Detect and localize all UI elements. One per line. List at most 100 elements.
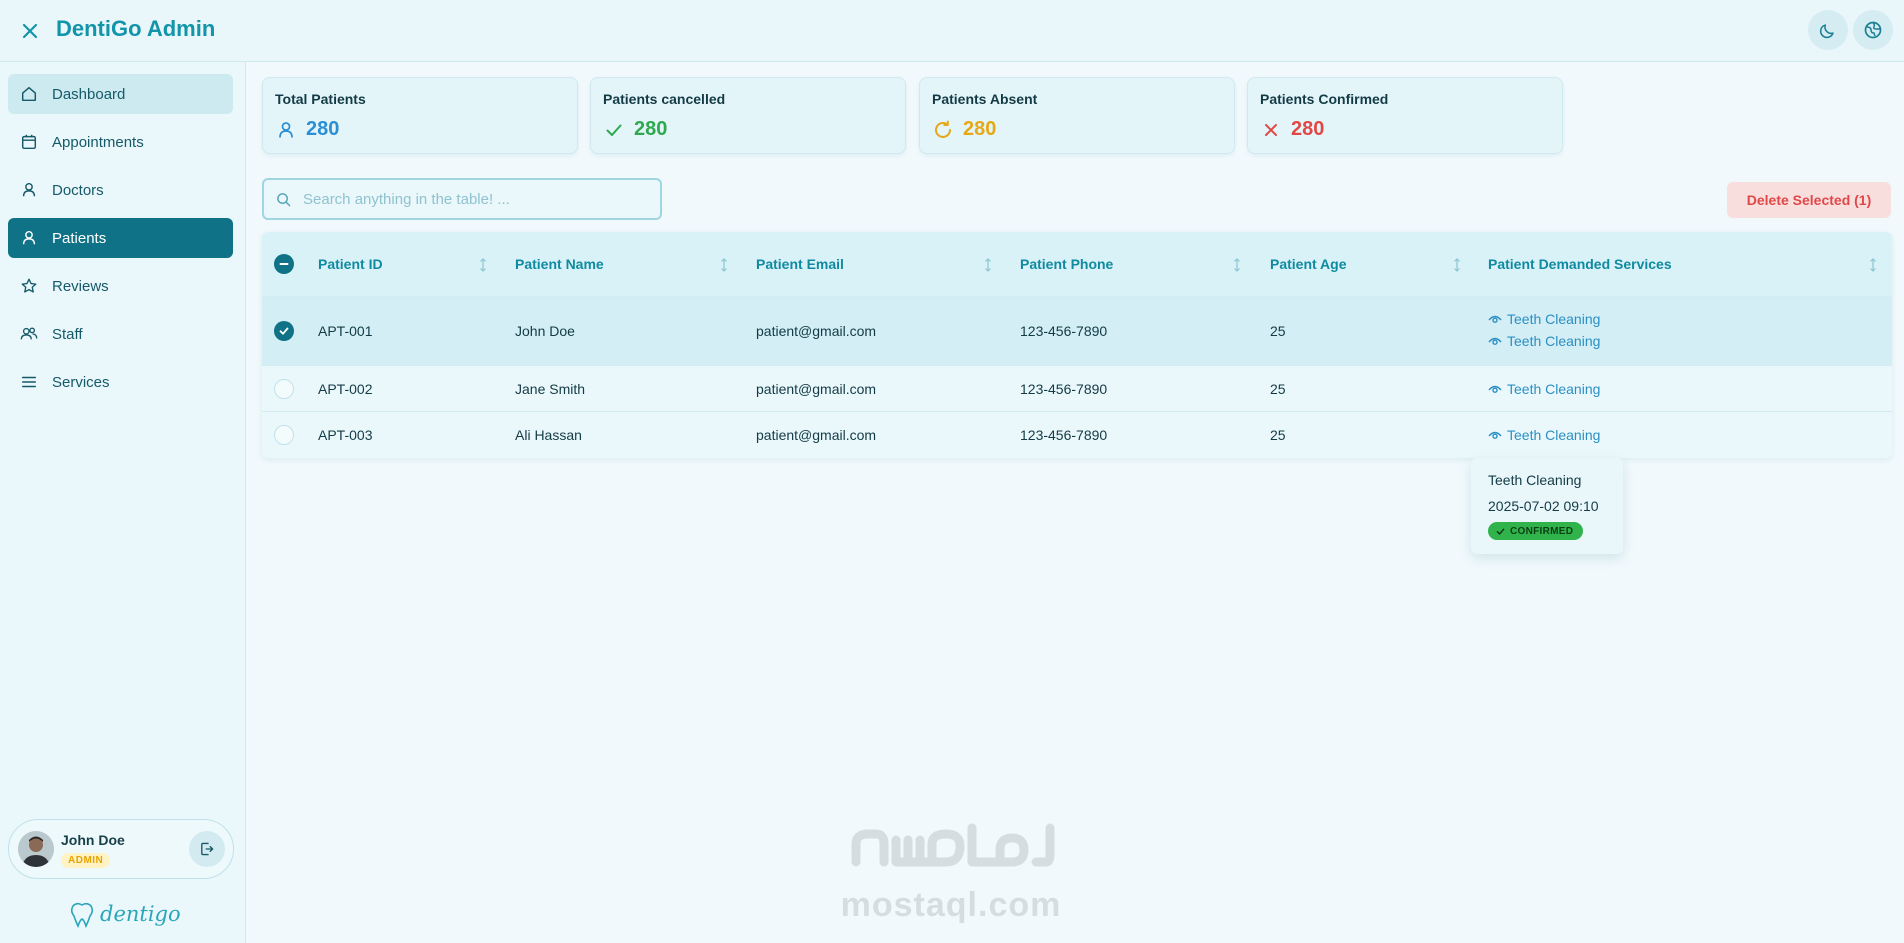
minus-icon — [279, 263, 289, 265]
service-link[interactable]: Teeth Cleaning — [1488, 427, 1600, 443]
column-header-patient-id[interactable]: Patient ID — [318, 232, 383, 296]
stat-value: 280 — [306, 118, 340, 140]
close-button[interactable] — [14, 15, 46, 47]
column-header-patient-name[interactable]: Patient Name — [515, 232, 604, 296]
row-checkbox[interactable] — [274, 379, 294, 399]
check-icon — [279, 327, 289, 335]
cell-patient-phone: 123-456-7890 — [1020, 427, 1108, 443]
stat-card-patients-absent: Patients Absent 280 — [919, 77, 1235, 154]
cell-patient-id: APT-001 — [318, 323, 373, 339]
sort-icon[interactable] — [478, 258, 488, 272]
sort-icon[interactable] — [983, 258, 993, 272]
sidebar-item-reviews[interactable]: Reviews — [8, 266, 233, 306]
cell-patient-name: Jane Smith — [515, 381, 586, 397]
service-tooltip: Teeth Cleaning 2025-07-02 09:10 CONFIRME… — [1471, 458, 1623, 554]
eye-icon — [1488, 431, 1502, 439]
table-row[interactable]: APT-003 Ali Hassan patient@gmail.com 123… — [262, 411, 1892, 458]
globe-icon — [1864, 21, 1882, 39]
stat-title: Patients cancelled — [603, 91, 726, 107]
service-label: Teeth Cleaning — [1507, 427, 1601, 443]
star-icon — [21, 278, 37, 293]
column-header-patient-email[interactable]: Patient Email — [756, 232, 844, 296]
table-row[interactable]: APT-001 John Doe patient@gmail.com 123-4… — [262, 296, 1892, 365]
stat-card-patients-cancelled: Patients cancelled 280 — [590, 77, 906, 154]
sort-icon[interactable] — [719, 258, 729, 272]
delete-selected-button[interactable]: Delete Selected (1) — [1727, 182, 1891, 218]
language-button[interactable] — [1853, 10, 1893, 50]
dark-mode-button[interactable] — [1808, 10, 1848, 50]
sidebar-item-label: Services — [52, 373, 110, 391]
row-checkbox[interactable] — [274, 321, 294, 341]
check-icon — [603, 119, 625, 141]
sort-icon[interactable] — [1452, 258, 1462, 272]
service-link[interactable]: Teeth Cleaning — [1488, 381, 1600, 397]
user-card: John Doe ADMIN — [8, 819, 234, 879]
user-icon — [22, 182, 36, 197]
cell-patient-id: APT-003 — [318, 427, 373, 443]
calendar-icon — [21, 134, 37, 150]
sidebar-item-staff[interactable]: Staff — [8, 314, 233, 354]
sidebar-item-label: Doctors — [52, 181, 104, 199]
sidebar-item-label: Reviews — [52, 277, 109, 295]
cell-patient-name: Ali Hassan — [515, 427, 582, 443]
user-icon — [275, 119, 297, 141]
logo-text: dentigo — [100, 902, 181, 926]
sidebar-item-dashboard[interactable]: Dashboard — [8, 74, 233, 114]
app-header: DentiGo Admin — [0, 0, 1904, 62]
tooltip-datetime: 2025-07-02 09:10 — [1488, 498, 1599, 514]
select-all-checkbox[interactable] — [274, 254, 294, 274]
users-icon — [20, 327, 38, 340]
search-input[interactable] — [303, 190, 633, 208]
stat-title: Total Patients — [275, 91, 366, 107]
service-label: Teeth Cleaning — [1507, 381, 1601, 397]
stat-card-patients-confirmed: Patients Confirmed 280 — [1247, 77, 1563, 154]
sort-icon[interactable] — [1868, 258, 1878, 272]
sidebar-item-label: Appointments — [52, 133, 144, 151]
stat-value: 280 — [634, 118, 668, 140]
row-checkbox[interactable] — [274, 425, 294, 445]
logout-button[interactable] — [189, 831, 225, 867]
sidebar-item-label: Dashboard — [52, 85, 126, 103]
list-icon — [21, 376, 37, 388]
service-link[interactable]: Teeth Cleaning — [1488, 311, 1600, 327]
status-badge: CONFIRMED — [1488, 522, 1584, 540]
cell-patient-email: patient@gmail.com — [756, 427, 877, 443]
stat-title: Patients Absent — [932, 91, 1038, 107]
stat-value: 280 — [963, 118, 997, 140]
user-role-badge: ADMIN — [61, 853, 111, 868]
search-box — [262, 178, 662, 220]
sidebar-item-label: Staff — [52, 325, 83, 343]
refresh-icon — [932, 119, 954, 141]
search-icon — [277, 192, 291, 206]
sidebar-item-doctors[interactable]: Doctors — [8, 170, 233, 210]
tooltip-title: Teeth Cleaning — [1488, 472, 1582, 488]
column-header-patient-phone[interactable]: Patient Phone — [1020, 232, 1113, 296]
watermark-text: mostaql.com — [840, 886, 1062, 924]
app-title: DentiGo Admin — [56, 16, 216, 41]
stat-card-total-patients: Total Patients 280 — [262, 77, 578, 154]
stat-title: Patients Confirmed — [1260, 91, 1389, 107]
cell-patient-age: 25 — [1270, 323, 1286, 339]
cell-patient-email: patient@gmail.com — [756, 381, 877, 397]
sidebar-item-services[interactable]: Services — [8, 362, 233, 402]
service-label: Teeth Cleaning — [1507, 311, 1601, 327]
cell-patient-phone: 123-456-7890 — [1020, 323, 1108, 339]
status-label: CONFIRMED — [1510, 525, 1574, 537]
column-header-patient-services[interactable]: Patient Demanded Services — [1488, 232, 1672, 296]
avatar-image — [18, 831, 54, 867]
column-header-patient-age[interactable]: Patient Age — [1270, 232, 1347, 296]
check-icon — [1496, 528, 1505, 535]
sidebar-item-patients[interactable]: Patients — [8, 218, 233, 258]
cell-patient-phone: 123-456-7890 — [1020, 381, 1108, 397]
eye-icon — [1488, 337, 1502, 345]
table-row[interactable]: APT-002 Jane Smith patient@gmail.com 123… — [262, 365, 1892, 411]
sort-icon[interactable] — [1232, 258, 1242, 272]
cell-patient-id: APT-002 — [318, 381, 373, 397]
service-link[interactable]: Teeth Cleaning — [1488, 333, 1600, 349]
logout-icon — [201, 842, 214, 856]
cell-patient-name: John Doe — [515, 323, 575, 339]
sidebar-item-appointments[interactable]: Appointments — [8, 122, 233, 162]
patients-table: Patient ID Patient Name Patient Email Pa… — [262, 232, 1892, 458]
user-name: John Doe — [61, 832, 125, 848]
brand-logo: dentigo — [68, 900, 181, 928]
